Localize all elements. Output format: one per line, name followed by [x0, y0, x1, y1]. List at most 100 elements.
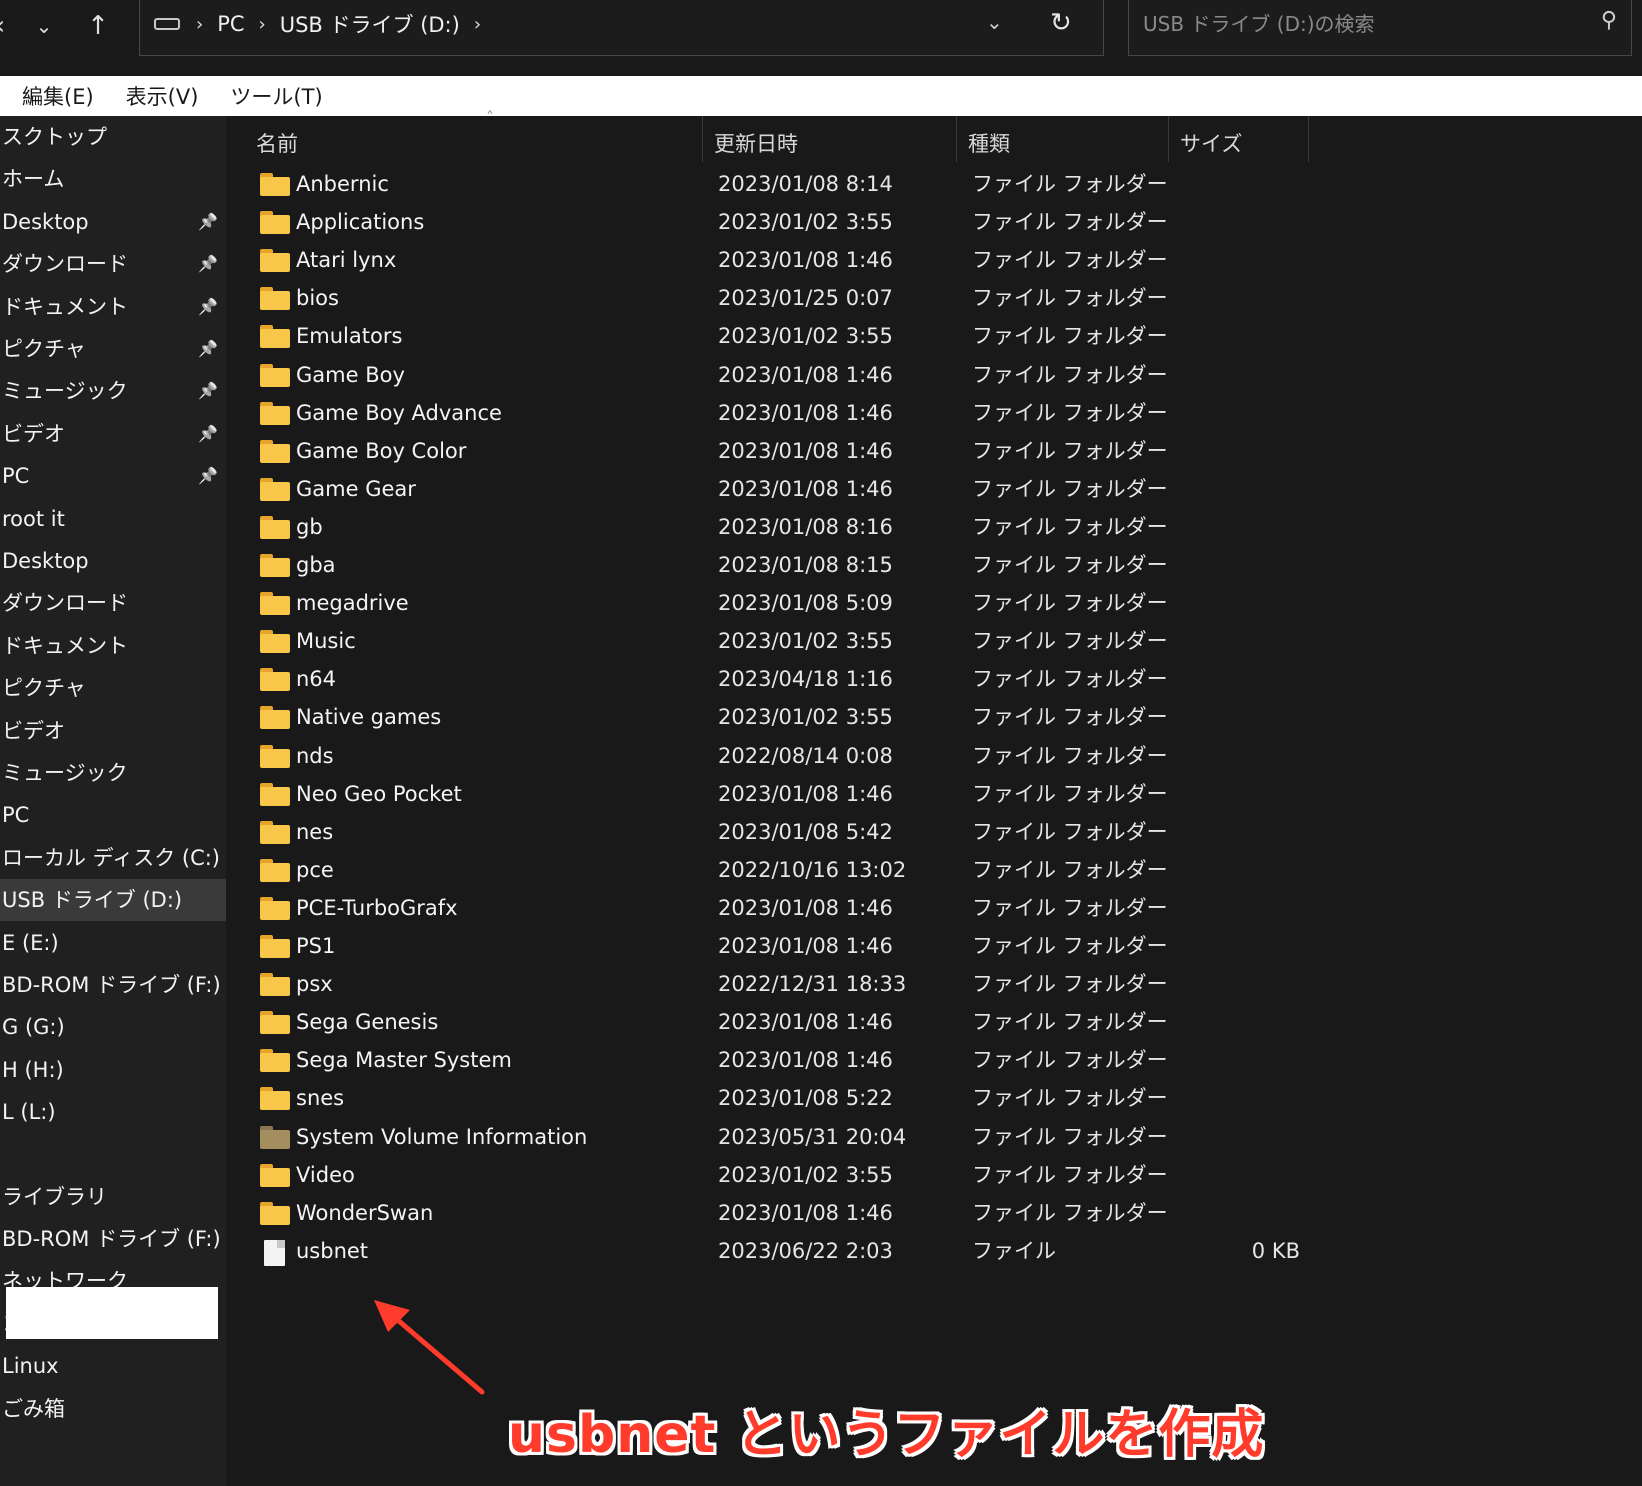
- sidebar-item[interactable]: ミュージック 📌: [0, 370, 226, 412]
- file-row[interactable]: gb 2023/01/08 8:16 ファイル フォルダー: [256, 508, 1606, 546]
- file-row[interactable]: Atari lynx 2023/01/08 1:46 ファイル フォルダー: [256, 241, 1606, 279]
- file-row[interactable]: PS1 2023/01/08 1:46 ファイル フォルダー: [256, 927, 1606, 965]
- file-row[interactable]: Native games 2023/01/02 3:55 ファイル フォルダー: [256, 698, 1606, 736]
- file-type: ファイル フォルダー: [972, 781, 1168, 806]
- file-name: Neo Geo Pocket: [296, 781, 462, 806]
- sidebar-item[interactable]: ピクチャ: [0, 667, 226, 709]
- file-row[interactable]: pce 2022/10/16 13:02 ファイル フォルダー: [256, 851, 1606, 889]
- address-bar[interactable]: › PC › USB ドライブ (D:) › ⌄ ↻: [139, 0, 1104, 56]
- sidebar-item[interactable]: G (G:): [0, 1006, 226, 1048]
- chevron-right-icon[interactable]: ›: [474, 14, 481, 35]
- search-box[interactable]: ⚲: [1128, 0, 1632, 56]
- sidebar-item[interactable]: ホーム: [0, 158, 226, 200]
- column-divider[interactable]: [956, 116, 957, 162]
- chevron-right-icon[interactable]: ›: [196, 14, 203, 35]
- file-row[interactable]: psx 2022/12/31 18:33 ファイル フォルダー: [256, 965, 1606, 1003]
- file-row[interactable]: Music 2023/01/02 3:55 ファイル フォルダー: [256, 622, 1606, 660]
- file-row[interactable]: System Volume Information 2023/05/31 20:0…: [256, 1118, 1606, 1156]
- sidebar-item[interactable]: Desktop 📌: [0, 201, 226, 243]
- folder-icon: [260, 554, 290, 577]
- sidebar-item[interactable]: ピクチャ 📌: [0, 328, 226, 370]
- sidebar-item[interactable]: ドキュメント: [0, 625, 226, 667]
- column-divider[interactable]: [1308, 116, 1309, 162]
- sidebar-item[interactable]: root it: [0, 498, 226, 540]
- file-row[interactable]: Game Boy 2023/01/08 1:46 ファイル フォルダー: [256, 356, 1606, 394]
- sidebar-item[interactable]: ライブラリ: [0, 1176, 226, 1218]
- sidebar-item[interactable]: ローカル ディスク (C:): [0, 837, 226, 879]
- sidebar-item-label: ミュージック: [2, 379, 128, 404]
- menu-edit[interactable]: 編集(E): [22, 81, 94, 111]
- file-row[interactable]: n64 2023/04/18 1:16 ファイル フォルダー: [256, 660, 1606, 698]
- search-icon[interactable]: ⚲: [1601, 8, 1617, 33]
- sidebar-item[interactable]: Desktop: [0, 540, 226, 582]
- file-name: WonderSwan: [296, 1200, 434, 1225]
- file-row[interactable]: WonderSwan 2023/01/08 1:46 ファイル フォルダー: [256, 1194, 1606, 1232]
- file-row[interactable]: Applications 2023/01/02 3:55 ファイル フォルダー: [256, 203, 1606, 241]
- sidebar-item[interactable]: ビデオ: [0, 710, 226, 752]
- file-row[interactable]: Sega Genesis 2023/01/08 1:46 ファイル フォルダー: [256, 1003, 1606, 1041]
- column-divider[interactable]: [1168, 116, 1169, 162]
- sidebar-item[interactable]: L (L:): [0, 1091, 226, 1133]
- sidebar-item[interactable]: ビデオ 📌: [0, 413, 226, 455]
- file-type: ファイル フォルダー: [972, 591, 1168, 616]
- sidebar-item[interactable]: スクトップ: [0, 116, 226, 158]
- search-input[interactable]: [1143, 8, 1563, 40]
- sidebar-item[interactable]: Linux: [0, 1345, 226, 1387]
- file-name: Video: [296, 1162, 355, 1187]
- file-row[interactable]: Game Boy Color 2023/01/08 1:46 ファイル フォルダー: [256, 432, 1606, 470]
- chevron-down-icon[interactable]: ⌄: [986, 10, 1003, 34]
- chevron-right-icon[interactable]: ›: [259, 14, 266, 35]
- sidebar-item[interactable]: ミュージック: [0, 752, 226, 794]
- folder-icon: [260, 173, 290, 196]
- file-row[interactable]: nes 2023/01/08 5:42 ファイル フォルダー: [256, 813, 1606, 851]
- recent-dropdown-button[interactable]: ⌄: [22, 6, 66, 46]
- file-row[interactable]: nds 2022/08/14 0:08 ファイル フォルダー: [256, 737, 1606, 775]
- file-name: Sega Genesis: [296, 1010, 439, 1035]
- file-type: ファイル フォルダー: [972, 819, 1168, 844]
- column-divider[interactable]: [702, 116, 703, 162]
- sidebar-item[interactable]: ごみ箱: [0, 1388, 226, 1430]
- sidebar-item[interactable]: PC 📌: [0, 455, 226, 497]
- file-row[interactable]: Game Boy Advance 2023/01/08 1:46 ファイル フォルダ…: [256, 394, 1606, 432]
- sidebar-item[interactable]: PC: [0, 794, 226, 836]
- sidebar-item[interactable]: BD-ROM ドライブ (F:): [0, 964, 226, 1006]
- file-row[interactable]: Anbernic 2023/01/08 8:14 ファイル フォルダー: [256, 165, 1606, 203]
- back-button[interactable]: ‹: [0, 6, 22, 46]
- file-row[interactable]: Emulators 2023/01/02 3:55 ファイル フォルダー: [256, 317, 1606, 355]
- file-date: 2023/01/08 1:46: [718, 1048, 893, 1073]
- file-row[interactable]: gba 2023/01/08 8:15 ファイル フォルダー: [256, 546, 1606, 584]
- column-header-size[interactable]: サイズ: [1180, 116, 1242, 172]
- sidebar-item[interactable]: BD-ROM ドライブ (F:): [0, 1218, 226, 1260]
- file-row[interactable]: Neo Geo Pocket 2023/01/08 1:46 ファイル フォルダー: [256, 775, 1606, 813]
- breadcrumb-usb-drive[interactable]: USB ドライブ (D:): [280, 9, 460, 39]
- column-header-date[interactable]: 更新日時: [714, 116, 798, 172]
- sidebar-item[interactable]: E (E:): [0, 922, 226, 964]
- file-row[interactable]: snes 2023/01/08 5:22 ファイル フォルダー: [256, 1079, 1606, 1117]
- up-button[interactable]: ↑: [76, 6, 120, 46]
- file-date: 2023/01/08 5:22: [718, 1086, 893, 1111]
- sidebar-item[interactable]: USB ドライブ (D:): [0, 879, 226, 922]
- file-row[interactable]: PCE-TurboGrafx 2023/01/08 1:46 ファイル フォルダー: [256, 889, 1606, 927]
- sidebar-item[interactable]: ダウンロード: [0, 582, 226, 624]
- file-row[interactable]: Video 2023/01/02 3:55 ファイル フォルダー: [256, 1156, 1606, 1194]
- file-name: snes: [296, 1086, 345, 1111]
- file-row[interactable]: Sega Master System 2023/01/08 1:46 ファイル フォ…: [256, 1041, 1606, 1079]
- refresh-icon[interactable]: ↻: [1050, 8, 1072, 38]
- file-name: usbnet: [296, 1238, 369, 1263]
- breadcrumb-pc[interactable]: PC: [217, 12, 244, 36]
- menu-view[interactable]: 表示(V): [126, 81, 199, 111]
- menu-tools[interactable]: ツール(T): [230, 81, 322, 111]
- sidebar-item[interactable]: H (H:): [0, 1049, 226, 1091]
- column-header-name[interactable]: 名前: [256, 116, 298, 172]
- file-list: ˄ 名前 更新日時 種類 サイズ Anbernic 2023/01/08 8:14…: [226, 108, 1642, 1486]
- sidebar-item-label: E (E:): [2, 930, 59, 955]
- file-date: 2022/08/14 0:08: [718, 743, 893, 768]
- sidebar-item[interactable]: ダウンロード 📌: [0, 243, 226, 285]
- file-type: ファイル フォルダー: [972, 705, 1168, 730]
- file-row[interactable]: bios 2023/01/25 0:07 ファイル フォルダー: [256, 279, 1606, 317]
- file-row[interactable]: Game Gear 2023/01/08 1:46 ファイル フォルダー: [256, 470, 1606, 508]
- file-row[interactable]: megadrive 2023/01/08 5:09 ファイル フォルダー: [256, 584, 1606, 622]
- column-header-type[interactable]: 種類: [968, 116, 1010, 172]
- file-row[interactable]: usbnet 2023/06/22 2:03 ファイル 0 KB: [256, 1232, 1606, 1270]
- sidebar-item[interactable]: ドキュメント 📌: [0, 286, 226, 328]
